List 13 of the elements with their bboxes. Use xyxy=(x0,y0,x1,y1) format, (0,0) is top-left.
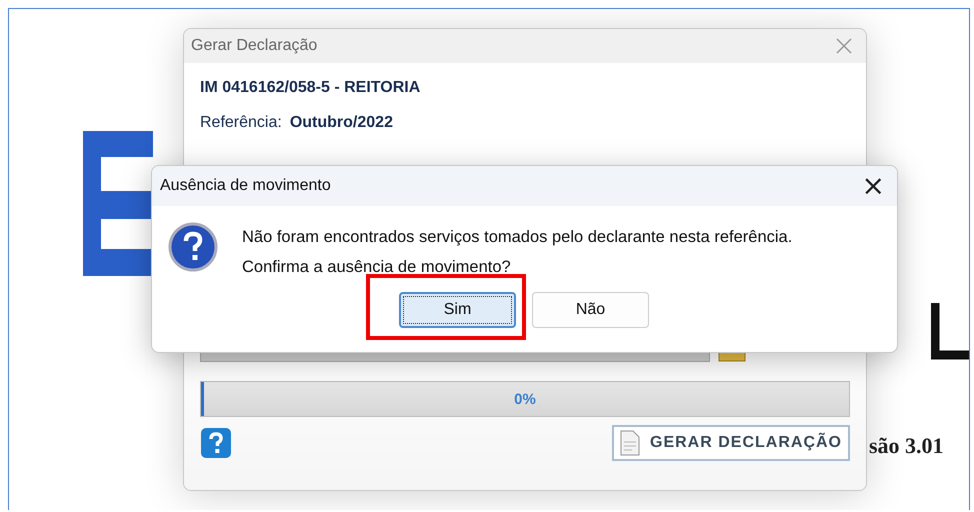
declarant-heading: IM 0416162/058-5 - REITORIA xyxy=(200,79,422,97)
reference-value: Outubro/2022 xyxy=(290,114,393,132)
dialog-title: Ausência de movimento xyxy=(160,177,331,195)
generate-button[interactable]: GERAR DECLARAÇÃO xyxy=(612,425,850,461)
message-text: Confirma a ausência de movimento? xyxy=(242,257,512,278)
version-text: são 3.01 xyxy=(869,433,944,459)
dialog-button[interactable]: Sim xyxy=(399,292,516,328)
message-text: Não foram encontrados serviços tomados pelo declarante nesta referência. xyxy=(242,227,792,248)
close-button[interactable]: × xyxy=(856,172,891,200)
reference-label: Referência: xyxy=(200,114,282,132)
progress-reading: 0% xyxy=(514,390,536,408)
dialog-button[interactable]: Não xyxy=(532,292,649,328)
window-title: Gerar Declaração xyxy=(191,37,318,55)
